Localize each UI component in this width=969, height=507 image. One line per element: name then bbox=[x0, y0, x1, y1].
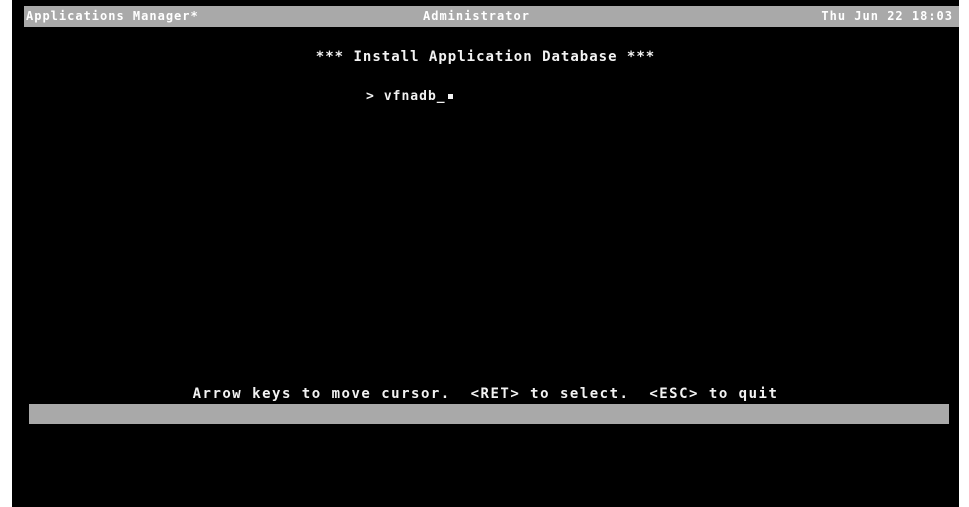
help-text: Arrow keys to move cursor. <RET> to sele… bbox=[192, 386, 779, 402]
status-bar bbox=[29, 404, 949, 424]
datetime-label: Thu Jun 22 18:03 bbox=[821, 9, 953, 23]
menu-item-label: vfnadb_ bbox=[383, 89, 446, 104]
app-title: Applications Manager* bbox=[26, 9, 199, 23]
screen-title: *** Install Application Database *** bbox=[315, 49, 656, 65]
header-bar: Applications Manager* Administrator Thu … bbox=[24, 6, 959, 27]
menu-item-vfnadb[interactable]: > vfnadb_ bbox=[366, 88, 453, 106]
terminal-screen: Applications Manager* Administrator Thu … bbox=[12, 0, 959, 507]
user-label: Administrator bbox=[423, 9, 530, 23]
text-cursor bbox=[447, 94, 453, 99]
selection-marker: > bbox=[366, 89, 375, 104]
